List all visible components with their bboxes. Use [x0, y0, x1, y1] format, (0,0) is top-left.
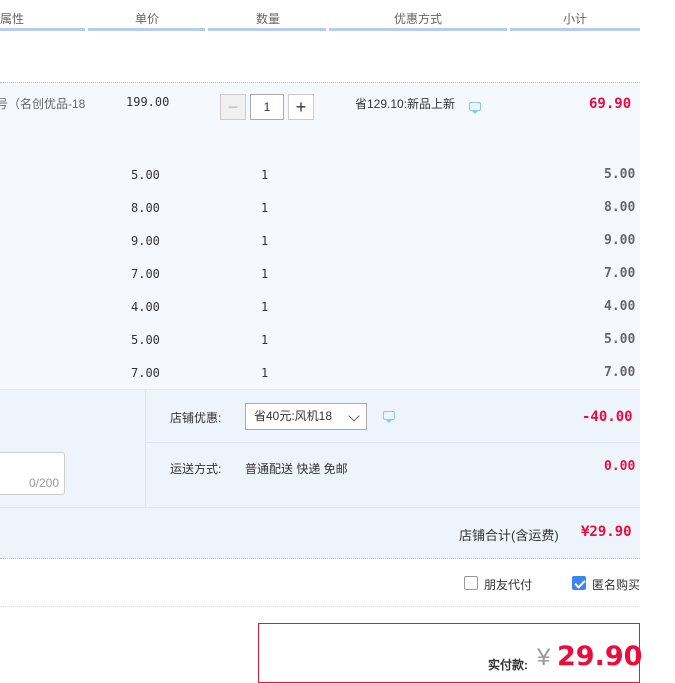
row-quantity: 1	[261, 267, 269, 281]
row-unit-price: 8.00	[131, 201, 160, 215]
shop-discount-select[interactable]: 省40元:风机18	[245, 403, 367, 430]
header-underline	[88, 28, 205, 31]
row-subtotal: 9.00	[604, 233, 636, 248]
quantity-decrease-button[interactable]: −	[220, 94, 246, 120]
item-subtotal: 69.90	[589, 96, 632, 112]
row-quantity: 1	[261, 168, 269, 182]
row-unit-price: 7.00	[131, 267, 160, 281]
table-row: 5.00 1 5.00	[0, 332, 640, 365]
row-quantity: 1	[261, 201, 269, 215]
shop-discount-label: 店铺优惠:	[170, 411, 222, 425]
header-underline	[510, 28, 640, 31]
table-row: 5.00 1 5.00	[0, 167, 640, 200]
row-subtotal: 4.00	[604, 299, 636, 314]
table-row: 7.00 1 7.00	[0, 266, 640, 299]
comment-bubble-icon[interactable]	[469, 102, 481, 114]
table-row: 7.00 1 7.00	[0, 365, 640, 390]
friend-pay-checkbox[interactable]	[464, 576, 478, 590]
item-attr-text: （名创优品-18	[8, 97, 86, 111]
shop-discount-selected: 省40元:风机18	[254, 409, 333, 423]
payment-label: 实付款:	[488, 658, 528, 672]
minus-icon: −	[227, 96, 239, 117]
divider	[145, 389, 146, 507]
column-header-subtotal: 小计	[563, 12, 588, 26]
table-row: 4.00 1 4.00	[0, 299, 640, 332]
row-subtotal: 7.00	[604, 365, 636, 380]
item-attributes: 号（名创优品-18	[0, 95, 85, 112]
shop-discount-amount: -40.00	[582, 409, 633, 425]
divider	[145, 442, 640, 443]
plus-icon: +	[295, 96, 307, 117]
row-quantity: 1	[261, 300, 269, 314]
row-unit-price: 5.00	[131, 168, 160, 182]
row-unit-price: 4.00	[131, 300, 160, 314]
order-items-section: 号（名创优品-18 199.00 − 1 + 省129.10:新品上新 69.9…	[0, 82, 640, 390]
payment-amount: 29.90	[557, 641, 643, 672]
shipping-amount: 0.00	[604, 459, 636, 474]
header-underline	[329, 28, 507, 31]
anonymous-label: 匿名购买	[592, 578, 641, 592]
shop-total-bar: 店铺合计(含运费) ¥29.90	[0, 507, 640, 559]
header-underline	[208, 28, 326, 31]
item-unit-price: 199.00	[126, 95, 170, 109]
quantity-input[interactable]: 1	[250, 94, 284, 120]
row-subtotal: 7.00	[604, 266, 636, 281]
payment-summary-box: 实付款: ¥ 29.90	[258, 623, 643, 683]
shop-total-label: 店铺合计(含运费)	[459, 528, 559, 543]
item-attr-prefix: 号	[0, 97, 9, 111]
row-subtotal: 8.00	[604, 200, 636, 215]
column-header-quantity: 数量	[256, 12, 281, 26]
message-char-counter: 0/200	[28, 476, 59, 490]
row-quantity: 1	[261, 333, 269, 347]
row-subtotal: 5.00	[604, 167, 636, 182]
friend-pay-label: 朋友代付	[484, 578, 533, 592]
header-underline	[0, 28, 85, 31]
row-unit-price: 5.00	[131, 333, 160, 347]
shop-total-amount: ¥29.90	[581, 524, 632, 540]
row-quantity: 1	[261, 366, 269, 380]
row-quantity: 1	[261, 234, 269, 248]
divider	[0, 606, 640, 607]
shipping-method: 普通配送 快递 免邮	[245, 462, 348, 476]
comment-bubble-icon[interactable]	[383, 411, 395, 423]
row-subtotal: 5.00	[604, 332, 636, 347]
column-header-attributes: 属性	[0, 12, 25, 26]
item-discount-text: 省129.10:新品上新	[355, 97, 456, 111]
anonymous-checkbox[interactable]	[572, 576, 586, 590]
table-row: 8.00 1 8.00	[0, 200, 640, 233]
row-unit-price: 7.00	[131, 366, 160, 380]
chevron-down-icon	[348, 410, 360, 422]
table-row: 9.00 1 9.00	[0, 233, 640, 266]
currency-symbol: ¥	[537, 644, 551, 671]
column-header-discount: 优惠方式	[394, 12, 443, 26]
column-header-unit-price: 单价	[135, 12, 160, 26]
quantity-increase-button[interactable]: +	[288, 94, 314, 120]
buyer-message-field[interactable]: 0/200	[0, 452, 65, 495]
row-unit-price: 9.00	[131, 234, 160, 248]
shipping-label: 运送方式:	[170, 462, 222, 476]
